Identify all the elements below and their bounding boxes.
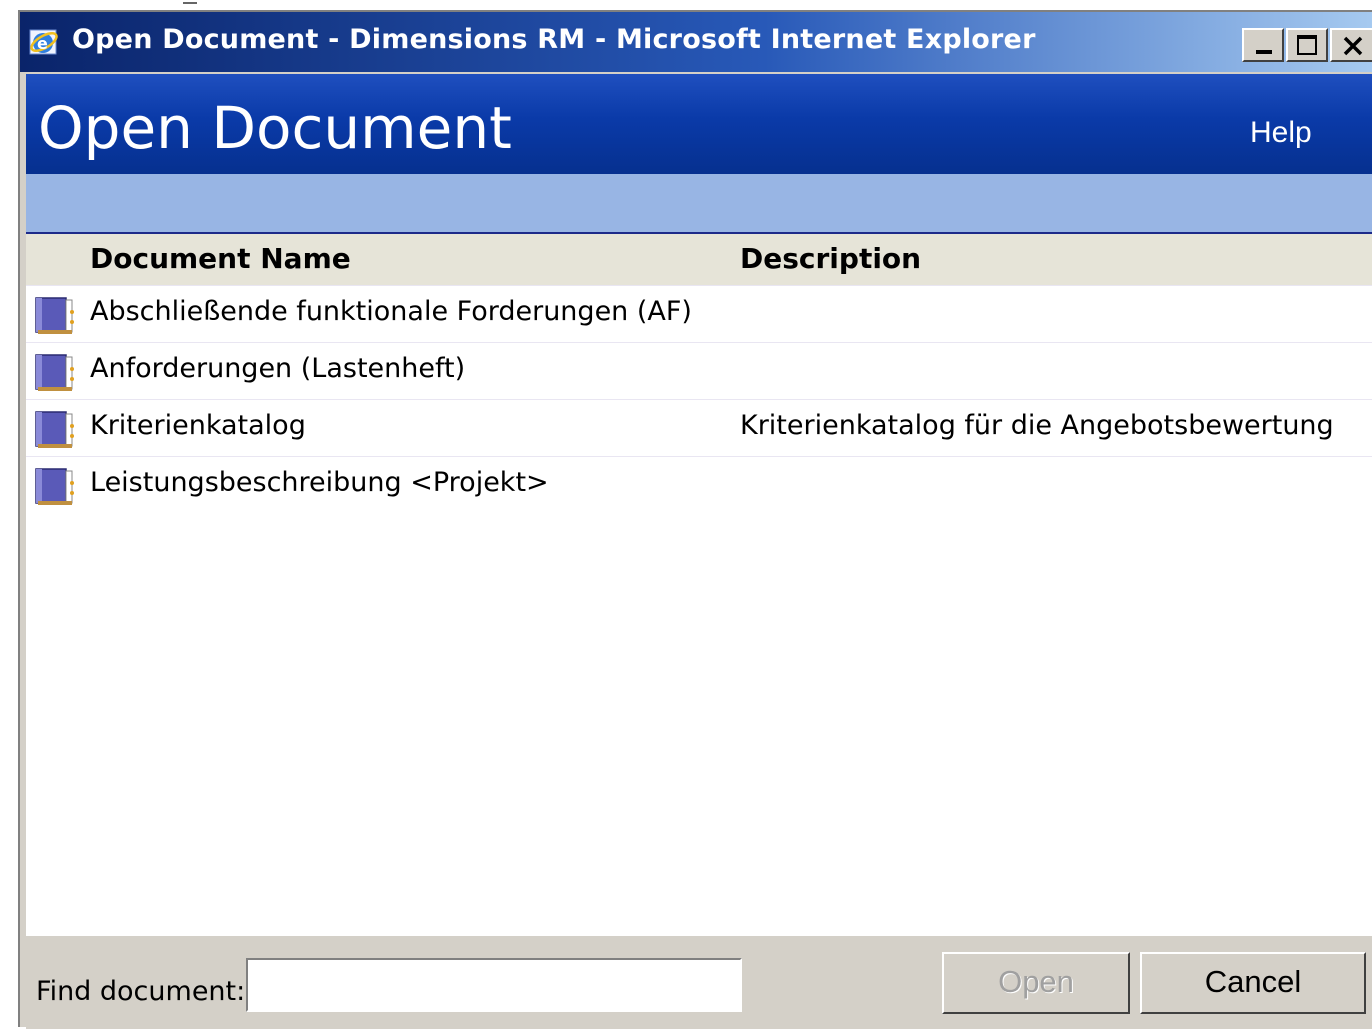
minimize-button[interactable] — [1242, 28, 1284, 62]
document-name: Kriterienkatalog — [90, 410, 306, 441]
find-document-input[interactable] — [246, 958, 742, 1012]
close-button[interactable] — [1330, 28, 1372, 62]
desktop-strip — [0, 0, 1372, 10]
svg-text:e: e — [37, 34, 48, 53]
column-header-document-name[interactable]: Document Name — [90, 242, 351, 275]
minimize-icon — [1256, 50, 1272, 54]
document-icon — [35, 297, 74, 334]
table-row[interactable]: Leistungsbeschreibung <Projekt> — [26, 456, 1372, 513]
document-icon — [35, 354, 74, 391]
strip-mark — [183, 2, 197, 4]
window-titlebar[interactable]: e Open Document - Dimensions RM - Micros… — [20, 12, 1372, 72]
table-row[interactable]: Abschließende funktionale Forderungen (A… — [26, 285, 1372, 342]
document-name: Abschließende funktionale Forderungen (A… — [90, 296, 692, 327]
document-icon — [35, 411, 74, 448]
table-header: Document Name Description — [26, 234, 1372, 285]
document-name: Anforderungen (Lastenheft) — [90, 353, 466, 384]
help-link[interactable]: Help — [1250, 116, 1312, 150]
toolbar-band — [26, 174, 1372, 232]
column-header-description[interactable]: Description — [740, 242, 921, 275]
header-band: Open Document Help — [26, 74, 1372, 174]
document-icon — [35, 468, 74, 505]
dialog-content: Open Document Help Document Name Descrip… — [26, 74, 1372, 1029]
dialog-footer: Find document: Open Cancel — [26, 936, 1372, 1029]
page-title: Open Document — [38, 94, 512, 162]
open-button[interactable]: Open — [942, 952, 1130, 1014]
maximize-button[interactable] — [1286, 28, 1328, 62]
ie-window: e Open Document - Dimensions RM - Micros… — [18, 10, 1372, 1029]
cancel-button[interactable]: Cancel — [1140, 952, 1366, 1014]
table-row[interactable]: Kriterienkatalog Kriterienkatalog für di… — [26, 399, 1372, 456]
maximize-icon — [1297, 35, 1317, 55]
window-title: Open Document - Dimensions RM - Microsof… — [72, 24, 1036, 55]
internet-explorer-icon: e — [29, 29, 58, 55]
document-table: Document Name Description Abschließende … — [26, 232, 1372, 513]
find-document-label: Find document: — [36, 976, 246, 1007]
document-description: Kriterienkatalog für die Angebotsbewertu… — [740, 410, 1334, 441]
table-row[interactable]: Anforderungen (Lastenheft) — [26, 342, 1372, 399]
document-name: Leistungsbeschreibung <Projekt> — [90, 467, 549, 498]
close-icon — [1343, 36, 1363, 56]
